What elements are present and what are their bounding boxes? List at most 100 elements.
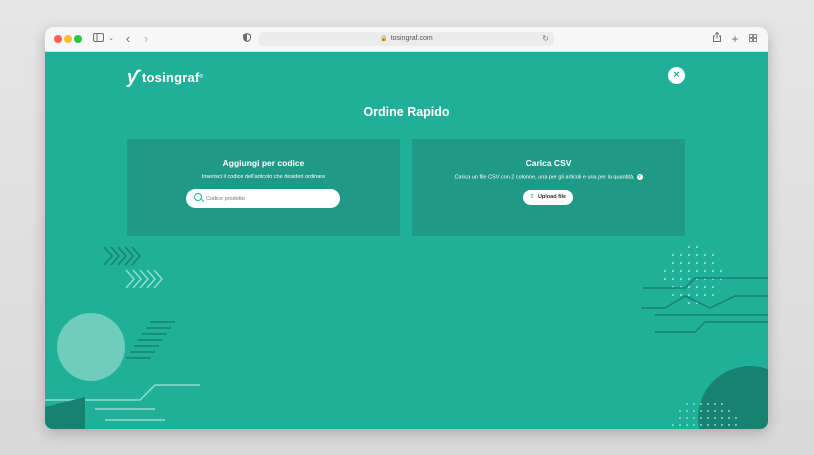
- stripes-decoration: [126, 321, 175, 359]
- dot: [714, 403, 716, 405]
- csv-upload-description-row: Carica un file CSV con 2 colonne, una pe…: [412, 174, 685, 180]
- dot: [679, 417, 681, 419]
- dot: [693, 403, 695, 405]
- csv-upload-description: Carica un file CSV con 2 colonne, una pe…: [454, 174, 635, 181]
- minimize-window-button[interactable]: [64, 35, 72, 43]
- dot: [707, 403, 709, 405]
- search-icon: [194, 193, 202, 201]
- add-by-code-description: Inserisci il codice dell'articolo che de…: [201, 174, 326, 180]
- dot: [686, 403, 688, 405]
- chevron-decoration-light: [125, 269, 164, 289]
- dot: [707, 424, 709, 426]
- chevron-down-icon[interactable]: ⌄: [107, 30, 115, 48]
- dot: [693, 424, 695, 426]
- forward-button[interactable]: ›: [141, 30, 151, 48]
- dot: [721, 424, 723, 426]
- dot: [703, 269, 707, 273]
- dot: [714, 410, 716, 412]
- bottom-left-shape: [45, 397, 85, 429]
- dot: [671, 261, 675, 265]
- dot: [707, 417, 709, 419]
- dot: [700, 417, 702, 419]
- dot: [663, 277, 667, 281]
- dot: [703, 253, 707, 257]
- dot: [700, 410, 702, 412]
- dot: [728, 424, 730, 426]
- dot: [687, 285, 691, 289]
- dot: [672, 424, 674, 426]
- dot: [695, 253, 699, 257]
- dot: [703, 293, 707, 297]
- share-icon[interactable]: [712, 30, 722, 48]
- tab-overview-icon[interactable]: [748, 30, 758, 48]
- help-icon[interactable]: ?: [636, 174, 643, 180]
- lock-icon: 🔒: [380, 36, 388, 42]
- dot: [686, 424, 688, 426]
- quick-order-page: ƴ tosingraf ® × Ordine Rapido Aggiungi p…: [45, 52, 768, 429]
- dot: [711, 261, 715, 265]
- sidebar-icon[interactable]: [92, 30, 104, 48]
- back-button[interactable]: ‹: [123, 30, 133, 48]
- dot: [679, 253, 683, 257]
- dot: [695, 261, 699, 265]
- dot: [686, 417, 688, 419]
- dot: [687, 269, 691, 273]
- dot: [721, 410, 723, 412]
- dot: [695, 245, 699, 249]
- product-code-input[interactable]: [206, 189, 334, 208]
- dot: [721, 403, 723, 405]
- logo-mark-icon: ƴ: [127, 66, 138, 87]
- dot: [671, 293, 675, 297]
- upload-file-label: Upload file: [537, 194, 567, 200]
- dot: [728, 410, 730, 412]
- dot: [728, 417, 730, 419]
- dot: [671, 253, 675, 257]
- brand-logo[interactable]: ƴ tosingraf ®: [127, 67, 203, 87]
- dot: [679, 410, 681, 412]
- chevron-decoration-dark: [103, 246, 142, 266]
- dot: [700, 403, 702, 405]
- address-bar[interactable]: 🔒 tosingraf.com ↻: [259, 32, 554, 46]
- privacy-shield-icon[interactable]: [242, 30, 252, 48]
- dot: [711, 285, 715, 289]
- dot: [719, 269, 723, 273]
- add-by-code-title: Aggiungi per codice: [222, 158, 305, 168]
- dot: [679, 269, 683, 273]
- dot: [686, 410, 688, 412]
- close-button[interactable]: ×: [668, 67, 685, 84]
- upload-file-button[interactable]: ⇧ Upload file: [523, 190, 573, 205]
- circle-decoration: [57, 313, 125, 381]
- dot: [671, 277, 675, 281]
- dot: [693, 417, 695, 419]
- reload-icon[interactable]: ↻: [542, 32, 549, 46]
- dot: [711, 269, 715, 273]
- dot: [735, 417, 737, 419]
- dot: [693, 410, 695, 412]
- dot: [711, 253, 715, 257]
- dots-decoration: [663, 245, 723, 305]
- add-by-code-card: Aggiungi per codice Inserisci il codice …: [127, 139, 400, 236]
- dot: [695, 285, 699, 289]
- dot: [687, 293, 691, 297]
- dot: [679, 261, 683, 265]
- dot: [695, 293, 699, 297]
- dot: [687, 253, 691, 257]
- dot: [703, 261, 707, 265]
- new-tab-icon[interactable]: +: [730, 30, 740, 48]
- dot: [707, 410, 709, 412]
- registered-mark-icon: ®: [199, 74, 204, 80]
- dot: [703, 285, 707, 289]
- dot: [700, 424, 702, 426]
- csv-upload-title: Carica CSV: [525, 158, 572, 168]
- dot: [711, 293, 715, 297]
- zoom-window-button[interactable]: [74, 35, 82, 43]
- dot: [679, 424, 681, 426]
- close-window-button[interactable]: [54, 35, 62, 43]
- page-title: Ordine Rapido: [363, 105, 450, 119]
- browser-window: ⌄ ‹ › 🔒 tosingraf.com ↻ + ƴ tosingraf ® …: [45, 27, 768, 429]
- dot: [687, 301, 691, 305]
- upload-icon: ⇧: [529, 194, 535, 200]
- dot: [671, 269, 675, 273]
- product-code-search[interactable]: [186, 189, 340, 208]
- dot: [714, 417, 716, 419]
